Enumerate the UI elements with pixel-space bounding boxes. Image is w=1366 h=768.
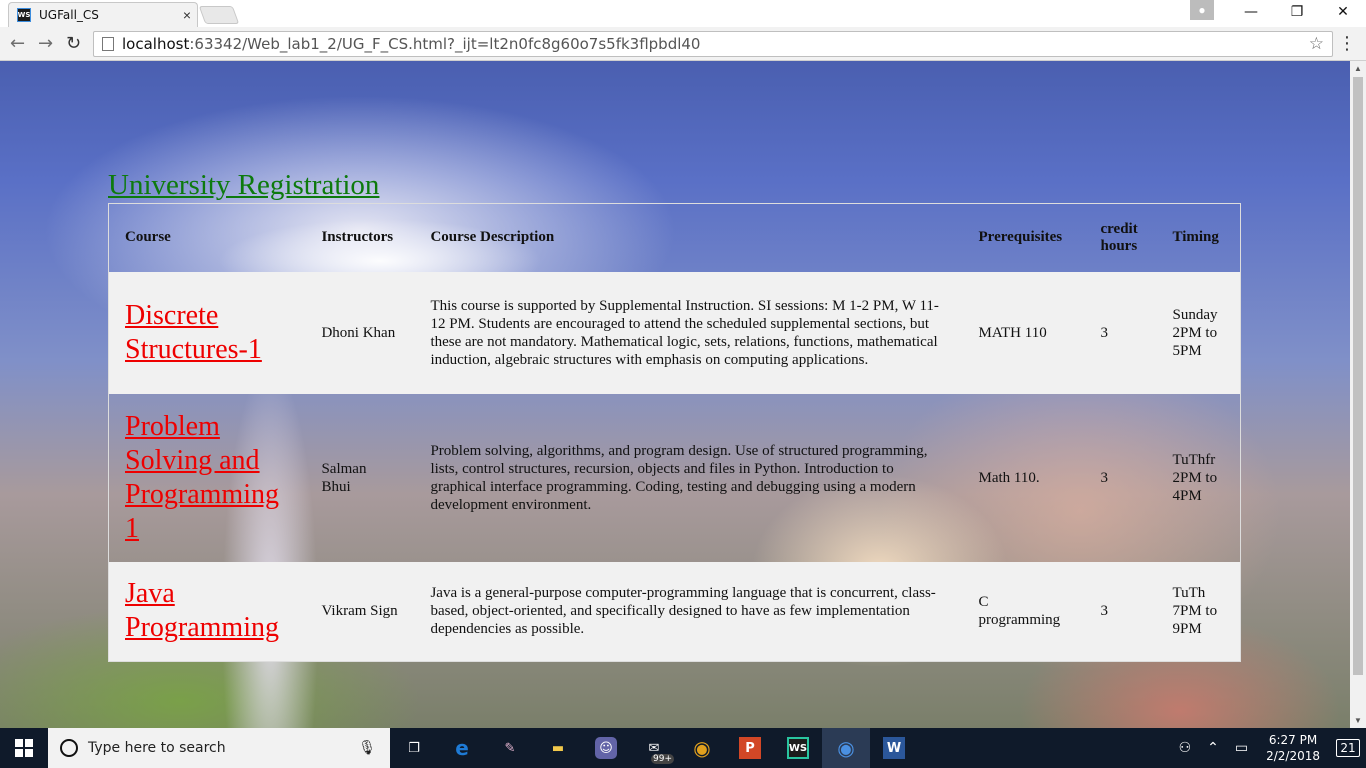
course-table: Course Instructors Course Description Pr…: [108, 203, 1241, 662]
taskbar-search-box[interactable]: Type here to search 🎙: [48, 728, 390, 768]
table-row: Discrete Structures-1 Dhoni Khan This co…: [108, 271, 1241, 394]
windows-logo-icon: [15, 739, 33, 757]
forward-button[interactable]: →: [38, 33, 53, 54]
new-tab-button[interactable]: [198, 6, 240, 24]
window-controls: ● — ❐ ✕: [1190, 0, 1366, 24]
credit-cell: 3: [1100, 469, 1109, 486]
browser-tab-strip: WS UGFall_CS × ● — ❐ ✕: [0, 0, 1366, 27]
timing-cell: TuTh 7PM to 9PM: [1172, 585, 1218, 638]
edge-icon[interactable]: e: [438, 728, 486, 768]
header-description: Course Description: [430, 229, 555, 246]
minimize-button[interactable]: —: [1228, 0, 1274, 24]
course-link[interactable]: Java Programming: [125, 577, 289, 645]
bookmark-star-icon[interactable]: ☆: [1309, 34, 1324, 54]
paint-icon[interactable]: ✎: [486, 728, 534, 768]
reload-button[interactable]: ↻: [66, 33, 81, 54]
mail-badge: 99+: [651, 754, 674, 764]
description-cell: Java is a general-purpose computer-progr…: [430, 585, 936, 638]
scroll-down-icon[interactable]: ▼: [1354, 716, 1362, 725]
header-instructors: Instructors: [321, 229, 394, 246]
course-link[interactable]: Problem Solving and Programming 1: [125, 410, 289, 546]
webstorm-favicon-icon: WS: [17, 8, 31, 22]
microphone-icon[interactable]: 🎙: [358, 739, 376, 756]
instructor-cell: Dhoni Khan: [321, 324, 396, 341]
clock-time: 6:27 PM: [1268, 733, 1318, 747]
taskbar-clock[interactable]: 6:27 PM 2/2/2018: [1256, 732, 1330, 764]
system-tray: ⚇ ⌃ ▭ 6:27 PM 2/2/2018 21: [1171, 728, 1366, 768]
browser-tab[interactable]: WS UGFall_CS ×: [8, 2, 198, 27]
credit-cell: 3: [1100, 603, 1109, 620]
start-button[interactable]: [0, 728, 48, 768]
prerequisites-cell: C programming: [978, 594, 1061, 629]
table-header-row: Course Instructors Course Description Pr…: [109, 204, 1241, 272]
word-icon[interactable]: W: [870, 728, 918, 768]
description-cell: Problem solving, algorithms, and program…: [430, 442, 928, 513]
user-profile-icon[interactable]: ●: [1190, 0, 1214, 20]
taskbar-search-placeholder: Type here to search: [88, 740, 226, 756]
tray-chevron-icon[interactable]: ⌃: [1199, 740, 1227, 756]
url-text[interactable]: localhost:63342/Web_lab1_2/UG_F_CS.html?…: [122, 35, 700, 53]
header-timing: Timing: [1172, 229, 1219, 246]
browser-menu-icon[interactable]: ⋮: [1338, 33, 1356, 54]
tab-close-icon[interactable]: ×: [183, 7, 191, 23]
description-cell: This course is supported by Supplemental…: [430, 297, 939, 368]
course-cell: Discrete Structures-1: [109, 272, 306, 394]
course-cell: Java Programming: [109, 562, 306, 662]
webstorm-icon[interactable]: WS: [774, 728, 822, 768]
instructor-cell: Salman Bhui: [321, 460, 367, 495]
instructor-cell: Vikram Sign: [321, 603, 398, 620]
timing-cell: Sunday 2PM to 5PM: [1172, 306, 1218, 359]
page-viewport: University Registration Course Instructo…: [0, 61, 1350, 728]
table-row: Problem Solving and Programming 1 Salman…: [109, 394, 1241, 562]
credit-cell: 3: [1100, 324, 1109, 341]
scroll-up-icon[interactable]: ▲: [1354, 64, 1362, 73]
people-icon[interactable]: ⚇: [1171, 740, 1200, 756]
header-course: Course: [125, 229, 171, 246]
scrollbar-thumb[interactable]: [1353, 77, 1363, 675]
battery-icon[interactable]: ▭: [1227, 740, 1256, 756]
action-center-icon[interactable]: 21: [1330, 728, 1366, 768]
teams-icon[interactable]: ☺: [582, 728, 630, 768]
chrome-active-icon[interactable]: ◉: [822, 728, 870, 768]
cortana-icon: [60, 739, 78, 757]
url-host: localhost: [122, 35, 190, 53]
timing-cell: TuThfr 2PM to 4PM: [1172, 451, 1218, 504]
powerpoint-icon[interactable]: P: [726, 728, 774, 768]
header-credit-hours: credit hours: [1100, 220, 1138, 254]
notification-count: 21: [1336, 739, 1360, 757]
windows-taskbar: Type here to search 🎙 ❐ e ✎ ▬ ☺ ✉ 99+ ◉ P…: [0, 728, 1366, 768]
task-view-icon[interactable]: ❐: [390, 728, 438, 768]
tab-title: UGFall_CS: [39, 8, 99, 22]
mail-icon[interactable]: ✉ 99+: [630, 728, 678, 768]
table-row: Java Programming Vikram Sign Java is a g…: [108, 561, 1241, 662]
page-title-link[interactable]: University Registration: [108, 169, 379, 202]
clock-date: 2/2/2018: [1266, 749, 1320, 763]
vertical-scrollbar[interactable]: ▲ ▼: [1350, 61, 1366, 728]
close-window-button[interactable]: ✕: [1320, 0, 1366, 24]
browser-toolbar: ← → ↻ localhost:63342/Web_lab1_2/UG_F_CS…: [0, 27, 1366, 61]
address-bar[interactable]: localhost:63342/Web_lab1_2/UG_F_CS.html?…: [93, 31, 1333, 57]
url-path: :63342/Web_lab1_2/UG_F_CS.html?_ijt=lt2n…: [189, 35, 701, 53]
prerequisites-cell: MATH 110: [978, 324, 1047, 341]
course-cell: Problem Solving and Programming 1: [109, 394, 306, 562]
maximize-button[interactable]: ❐: [1274, 0, 1320, 24]
file-explorer-icon[interactable]: ▬: [534, 728, 582, 768]
course-link[interactable]: Discrete Structures-1: [125, 299, 289, 367]
header-prerequisites: Prerequisites: [978, 229, 1063, 246]
back-button[interactable]: ←: [10, 33, 25, 54]
chrome-icon[interactable]: ◉: [678, 728, 726, 768]
prerequisites-cell: Math 110.: [978, 469, 1040, 486]
page-icon: [102, 37, 114, 51]
